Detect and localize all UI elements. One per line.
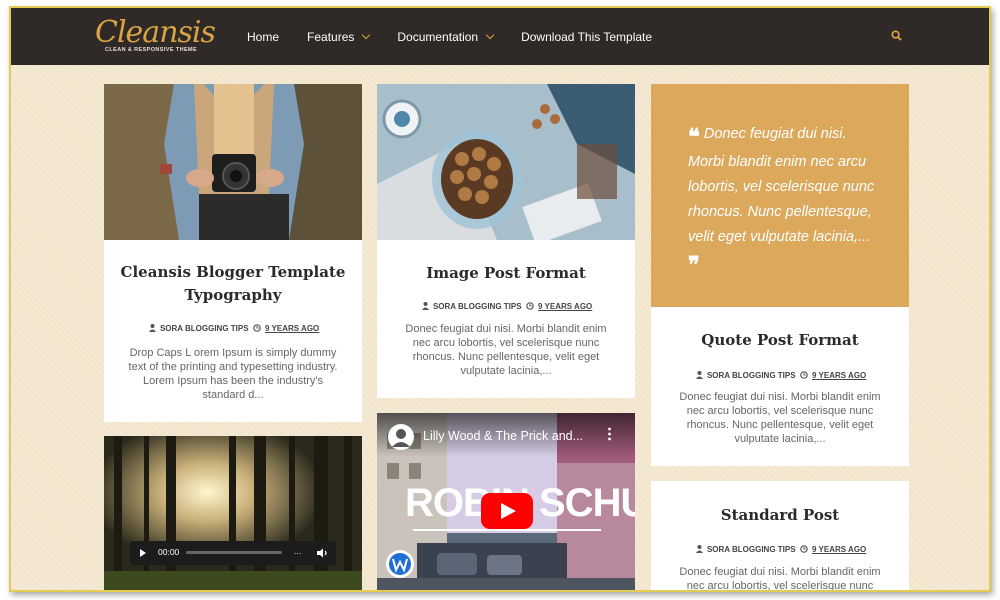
post-title[interactable]: Image Post Format <box>389 262 623 285</box>
nav-item-home[interactable]: Home <box>233 8 293 65</box>
video-title[interactable]: Lilly Wood & The Prick and... <box>423 429 583 443</box>
post-excerpt: Donec feugiat dui nisi. Morbi blandit en… <box>405 323 607 377</box>
nav-label: Documentation <box>397 29 479 44</box>
post-title[interactable]: Cleansis Blogger Template Typography <box>116 261 350 307</box>
audio-current-time: 00:00 <box>158 547 180 557</box>
post-meta: SORA BLOGGING TIPS 9 YEARS AGO <box>651 371 909 380</box>
more-vertical-icon[interactable] <box>608 427 611 441</box>
logo-name: Cleansis <box>95 15 216 50</box>
nav-label: Download This Template <box>521 29 653 44</box>
post-thumbnail-forest <box>104 436 362 590</box>
play-icon[interactable] <box>139 548 147 558</box>
nav-item-download[interactable]: Download This Template <box>507 8 666 65</box>
audio-more[interactable]: ... <box>294 546 301 556</box>
post-excerpt: Drop Caps L orem Ipsum is simply dummy t… <box>128 347 338 401</box>
clock-icon <box>525 302 534 310</box>
quote-text: ❝ Donec feugiat dui nisi. Morbi blandit … <box>688 122 879 278</box>
nav-label: Features <box>307 29 355 44</box>
clock-icon <box>252 324 261 332</box>
post-excerpt: Donec feugiat dui nisi. Morbi blandit en… <box>679 566 881 592</box>
post-card-quote: ❝ Donec feugiat dui nisi. Morbi blandit … <box>651 84 909 466</box>
post-thumbnail-nuts[interactable] <box>377 84 635 240</box>
post-card-image: Image Post Format SORA BLOGGING TIPS 9 Y… <box>377 84 635 398</box>
post-card-standard: Standard Post SORA BLOGGING TIPS 9 YEARS… <box>651 481 909 592</box>
post-title[interactable]: Quote Post Format <box>663 329 897 352</box>
user-icon <box>695 371 703 379</box>
user-icon <box>695 545 703 553</box>
post-date[interactable]: 9 YEARS AGO <box>265 324 319 333</box>
post-date[interactable]: 9 YEARS AGO <box>812 545 866 554</box>
header-navbar: Cleansis CLEAN & RESPONSIVE THEME Home F… <box>11 8 989 65</box>
post-meta: SORA BLOGGING TIPS 9 YEARS AGO <box>377 302 635 311</box>
post-author[interactable]: SORA BLOGGING TIPS <box>707 371 796 380</box>
clock-icon <box>799 545 808 553</box>
post-card-typography: Cleansis Blogger Template Typography SOR… <box>104 84 362 422</box>
nav-item-features[interactable]: Features <box>293 8 383 65</box>
post-author[interactable]: SORA BLOGGING TIPS <box>707 545 796 554</box>
video-overlay-line <box>413 529 601 531</box>
youtube-play-icon[interactable] <box>481 493 533 529</box>
post-date[interactable]: 9 YEARS AGO <box>538 302 592 311</box>
logo-tagline: CLEAN & RESPONSIVE THEME <box>105 47 198 53</box>
post-meta: SORA BLOGGING TIPS 9 YEARS AGO <box>104 324 362 333</box>
audio-progress-bar[interactable] <box>186 551 282 554</box>
channel-avatar[interactable] <box>387 423 415 451</box>
main-nav: Home Features Documentation Download Thi… <box>233 8 666 65</box>
nav-item-documentation[interactable]: Documentation <box>383 8 507 65</box>
quote-content: Donec feugiat dui nisi. Morbi blandit en… <box>688 126 875 245</box>
warner-logo-icon <box>386 550 414 578</box>
post-thumbnail-camera[interactable] <box>104 84 362 240</box>
site-logo[interactable]: Cleansis CLEAN & RESPONSIVE THEME <box>95 15 216 57</box>
nav-label: Home <box>247 29 280 44</box>
clock-icon <box>799 371 808 379</box>
audio-player: 00:00 ... <box>130 541 336 565</box>
post-card-video: Lilly Wood & The Prick and... ROBIN SCHU… <box>377 413 635 590</box>
post-excerpt: Donec feugiat dui nisi. Morbi blandit en… <box>679 391 881 445</box>
post-meta: SORA BLOGGING TIPS 9 YEARS AGO <box>651 545 909 554</box>
chevron-down-icon <box>485 30 495 39</box>
post-card-audio: 00:00 ... <box>104 436 362 590</box>
chevron-down-icon <box>362 30 371 39</box>
post-author[interactable]: SORA BLOGGING TIPS <box>433 302 522 311</box>
post-title[interactable]: Standard Post <box>663 504 897 527</box>
user-icon <box>148 324 156 332</box>
user-icon <box>421 302 429 310</box>
quote-block: ❝ Donec feugiat dui nisi. Morbi blandit … <box>651 84 909 307</box>
post-date[interactable]: 9 YEARS AGO <box>812 371 866 380</box>
post-author[interactable]: SORA BLOGGING TIPS <box>160 324 249 333</box>
quote-close-icon: ❞ <box>688 252 700 278</box>
search-icon[interactable] <box>891 30 902 41</box>
quote-open-icon: ❝ <box>688 124 700 150</box>
browser-frame: Cleansis CLEAN & RESPONSIVE THEME Home F… <box>9 6 991 592</box>
volume-icon[interactable] <box>316 548 328 558</box>
